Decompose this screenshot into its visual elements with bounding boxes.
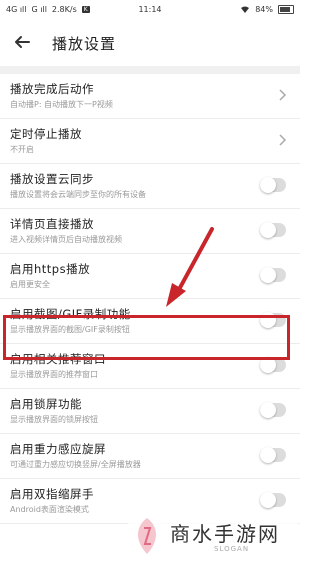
setting-desc: 显示播放界面的推荐窗口 [10, 370, 98, 379]
cloud-sync-toggle[interactable] [260, 177, 286, 193]
toggle-knob [260, 222, 276, 238]
setting-row-cloud-sync: 播放设置云同步 播放设置将会云端同步至你的所有设备 [0, 164, 300, 209]
setting-desc: 播放设置将会云端同步至你的所有设备 [10, 190, 146, 199]
toggle-knob [260, 312, 276, 328]
status-right: 84% [240, 5, 294, 14]
watermark: 商水手游网 SLOGAN [128, 512, 298, 562]
screenshot-gif-toggle[interactable] [260, 312, 286, 328]
settings-list: 播放完成后动作 自动播P: 自动播放下一P视频 定时停止播放 不开启 播放设置云… [0, 74, 300, 524]
setting-title: 启用双指缩屏手 [10, 487, 94, 501]
setting-row-lock-screen: 启用锁屏功能 显示播放界面的锁屏按钮 [0, 389, 300, 434]
section-divider [0, 66, 300, 74]
watermark-text: 商水手游网 [170, 522, 280, 546]
toggle-knob [260, 402, 276, 418]
setting-desc: 自动播P: 自动播放下一P视频 [10, 100, 113, 109]
setting-title: 详情页直接播放 [10, 217, 94, 231]
battery-icon [278, 5, 294, 14]
setting-desc: 启用更安全 [10, 280, 50, 289]
nav-bar: 播放设置 [0, 20, 300, 64]
recommend-toggle[interactable] [260, 357, 286, 373]
setting-desc: 可通过重力感应切换竖屏/全屏播放器 [10, 460, 141, 469]
battery-percent: 84% [255, 5, 273, 14]
setting-row-screenshot-gif: 启用截图/GIF录制功能 显示播放界面的截图/GIF录制按钮 [0, 299, 300, 344]
wifi-icon [241, 6, 250, 13]
two-finger-toggle[interactable] [260, 492, 286, 508]
setting-row-https: 启用https播放 启用更安全 [0, 254, 300, 299]
setting-title: 启用锁屏功能 [10, 397, 82, 411]
setting-title: 启用相关推荐窗口 [10, 352, 106, 366]
setting-row-direct-play: 详情页直接播放 进入视频详情页后自动播放视频 [0, 209, 300, 254]
status-bar: 4G ıll G ıll 2.8K/s K 11:14 84% [0, 0, 300, 20]
setting-title: 启用https播放 [10, 262, 91, 276]
setting-desc: 进入视频详情页后自动播放视频 [10, 235, 122, 244]
direct-play-toggle[interactable] [260, 222, 286, 238]
watermark-logo-icon [137, 518, 157, 554]
toggle-knob [260, 357, 276, 373]
setting-title: 定时停止播放 [10, 127, 82, 141]
setting-row-recommend: 启用相关推荐窗口 显示播放界面的推荐窗口 [0, 344, 300, 389]
lock-screen-toggle[interactable] [260, 402, 286, 418]
setting-row-gravity-rotate: 启用重力感应旋屏 可通过重力感应切换竖屏/全屏播放器 [0, 434, 300, 479]
toggle-knob [260, 447, 276, 463]
setting-desc: 显示播放界面的锁屏按钮 [10, 415, 98, 424]
setting-desc: 不开启 [10, 145, 34, 154]
setting-title: 启用截图/GIF录制功能 [10, 307, 131, 321]
setting-row-timer-stop[interactable]: 定时停止播放 不开启 [0, 119, 300, 164]
page-title: 播放设置 [52, 35, 117, 53]
toggle-knob [260, 177, 276, 193]
setting-title: 启用重力感应旋屏 [10, 442, 106, 456]
https-toggle[interactable] [260, 267, 286, 283]
toggle-knob [260, 267, 276, 283]
toggle-knob [260, 492, 276, 508]
setting-desc: 显示播放界面的截图/GIF录制按钮 [10, 325, 130, 334]
setting-title: 播放设置云同步 [10, 172, 94, 186]
watermark-slogan: SLOGAN [214, 545, 250, 553]
setting-row-after-play[interactable]: 播放完成后动作 自动播P: 自动播放下一P视频 [0, 74, 300, 119]
chevron-right-icon [279, 89, 287, 101]
arrow-left-icon[interactable] [12, 32, 32, 52]
chevron-right-icon [279, 134, 287, 146]
annotation-arrow [166, 227, 214, 307]
setting-title: 播放完成后动作 [10, 82, 94, 96]
setting-desc: Android表面渲染模式 [10, 505, 89, 514]
gravity-rotate-toggle[interactable] [260, 447, 286, 463]
